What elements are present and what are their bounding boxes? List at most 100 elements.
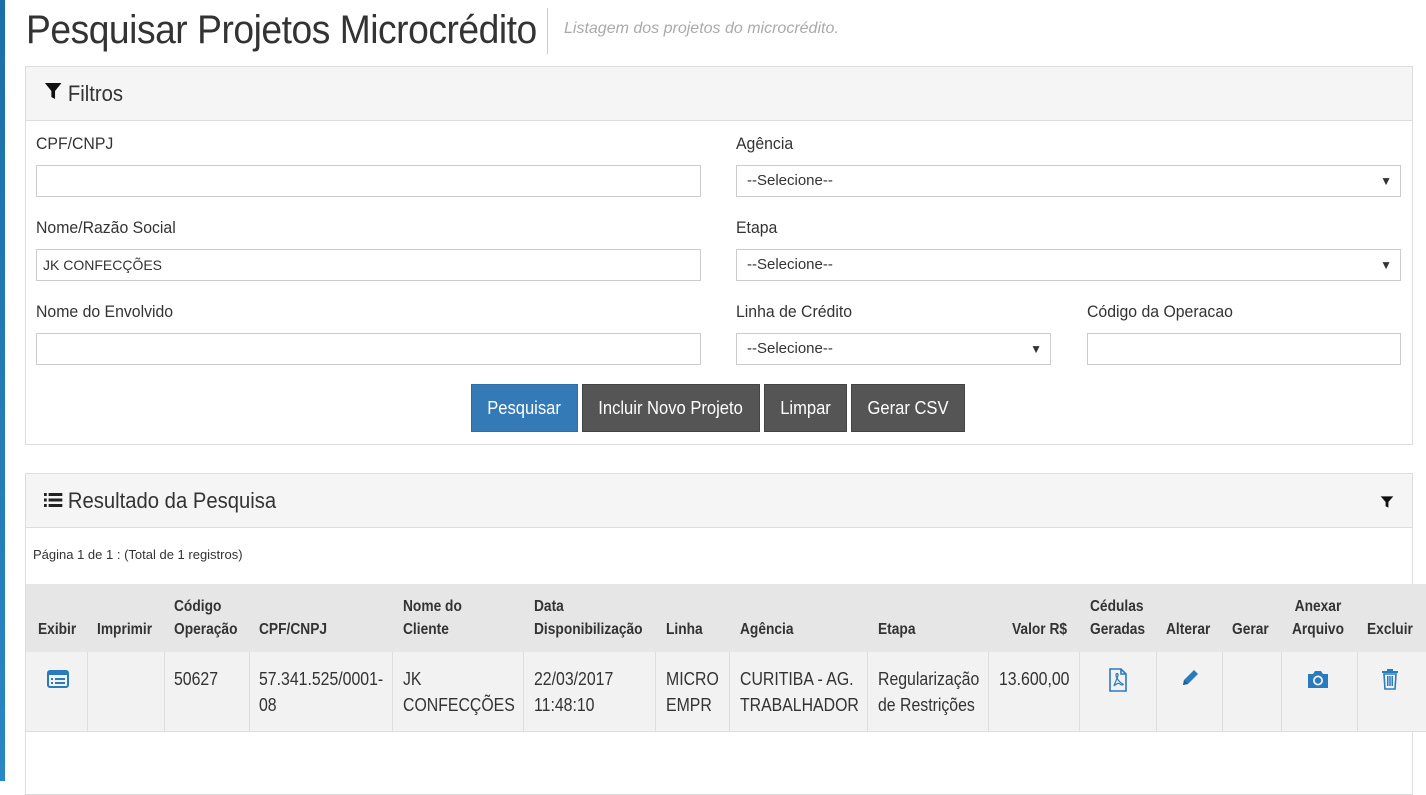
page-title: Pesquisar Projetos Microcrédito — [26, 8, 537, 52]
envolvido-input[interactable] — [36, 333, 701, 365]
chevron-down-icon: ▼ — [1380, 258, 1392, 272]
cell-etapa-line1: Regularização — [878, 669, 980, 689]
cell-agencia: CURITIBA - AG. TRABALHADOR — [740, 666, 859, 718]
col-cedulas: Cédulas Geradas — [1090, 595, 1145, 641]
linha-label: Linha de Crédito — [736, 302, 853, 321]
incluir-projeto-button[interactable]: Incluir Novo Projeto — [582, 384, 760, 432]
column-divider — [729, 652, 730, 731]
gerar-csv-button[interactable]: Gerar CSV — [851, 384, 965, 432]
column-divider — [1156, 652, 1157, 731]
col-cedulas-line1: Cédulas — [1090, 598, 1144, 615]
limpar-button-label: Limpar — [780, 398, 831, 418]
etapa-label: Etapa — [736, 218, 778, 237]
agencia-label: Agência — [736, 134, 794, 153]
pdf-icon[interactable] — [1108, 668, 1128, 697]
pesquisar-button[interactable]: Pesquisar — [471, 384, 578, 432]
cell-data-line2: 11:48:10 — [534, 695, 595, 715]
col-nome: Nome do Cliente — [403, 595, 462, 641]
col-data-line2: Disponibilização — [534, 621, 643, 638]
cell-agencia-line1: CURITIBA - AG. — [740, 669, 854, 689]
cell-etapa: Regularização de Restrições — [878, 666, 979, 718]
col-nome-line1: Nome do — [403, 598, 462, 615]
cell-codigo: 50627 — [174, 669, 219, 689]
col-data: Data Disponibilização — [534, 595, 643, 641]
filters-panel-header: Filtros — [26, 67, 1412, 121]
cell-nome: JK CONFECÇÕES — [403, 666, 515, 718]
col-codigo-line1: Código — [174, 598, 222, 615]
nome-input[interactable] — [36, 249, 701, 281]
column-divider — [1281, 652, 1282, 731]
column-divider — [249, 652, 250, 731]
column-divider — [392, 652, 393, 731]
filters-panel-title-group: Filtros — [44, 81, 123, 107]
column-divider — [523, 652, 524, 731]
etapa-select[interactable]: --Selecione-- ▼ — [736, 249, 1401, 281]
filters-title: Filtros — [67, 81, 124, 106]
document-list-icon[interactable] — [47, 670, 69, 693]
camera-icon[interactable] — [1306, 668, 1330, 695]
column-divider — [1222, 652, 1223, 731]
cpf-label: CPF/CNPJ — [36, 134, 114, 153]
col-agencia: Agência — [740, 621, 794, 638]
incluir-projeto-button-label: Incluir Novo Projeto — [598, 398, 744, 418]
envolvido-label: Nome do Envolvido — [36, 302, 174, 321]
filter-icon — [44, 81, 62, 107]
linha-select[interactable]: --Selecione-- ▼ — [736, 333, 1051, 365]
cell-nome-line2: CONFECÇÕES — [403, 695, 515, 715]
pagination-info: Página 1 de 1 : (Total de 1 registros) — [33, 547, 243, 562]
limpar-button[interactable]: Limpar — [764, 384, 847, 432]
agencia-select-value: --Selecione-- — [747, 172, 833, 189]
etapa-select-value: --Selecione-- — [747, 256, 833, 273]
col-data-line1: Data — [534, 598, 564, 615]
column-divider — [655, 652, 656, 731]
col-linha: Linha — [666, 621, 703, 638]
chevron-down-icon: ▼ — [1380, 174, 1392, 188]
col-anexar-line2: Arquivo — [1292, 621, 1344, 638]
col-cedulas-line2: Geradas — [1090, 621, 1146, 638]
cell-linha-line2: EMPR — [666, 695, 712, 715]
results-panel-title-group: Resultado da Pesquisa — [44, 488, 276, 514]
pesquisar-button-label: Pesquisar — [487, 398, 562, 418]
results-panel-header: Resultado da Pesquisa — [26, 474, 1412, 528]
results-table-header: Exibir Imprimir Código Operação CPF/CNPJ … — [26, 584, 1426, 652]
cell-etapa-line2: de Restrições — [878, 695, 975, 715]
cell-data-line1: 22/03/2017 — [534, 669, 614, 689]
col-anexar: Anexar Arquivo — [1292, 595, 1344, 641]
cell-cpf: 57.341.525/0001- 08 — [259, 666, 383, 718]
col-codigo: Código Operação — [174, 595, 237, 641]
column-divider — [1357, 652, 1358, 731]
cpf-input[interactable] — [36, 165, 701, 197]
codigo-input[interactable] — [1087, 333, 1401, 365]
gerar-csv-button-label: Gerar CSV — [867, 398, 949, 418]
list-icon — [44, 488, 63, 514]
pencil-icon[interactable] — [1180, 668, 1200, 693]
left-accent-bar — [0, 0, 5, 781]
filter-toggle-icon[interactable] — [1380, 494, 1394, 515]
title-divider — [547, 8, 548, 54]
cell-data: 22/03/2017 11:48:10 — [534, 666, 613, 718]
codigo-label: Código da Operacao — [1087, 302, 1233, 321]
agencia-select[interactable]: --Selecione-- ▼ — [736, 165, 1401, 197]
col-nome-line2: Cliente — [403, 621, 449, 638]
col-excluir: Excluir — [1367, 621, 1413, 638]
table-row: 50627 57.341.525/0001- 08 JK CONFECÇÕES 22… — [26, 652, 1426, 732]
results-title: Resultado da Pesquisa — [67, 488, 277, 513]
chevron-down-icon: ▼ — [1030, 342, 1042, 356]
cell-cpf-line2: 08 — [259, 695, 277, 715]
column-divider — [164, 652, 165, 731]
col-anexar-line1: Anexar — [1294, 598, 1342, 615]
column-divider — [1079, 652, 1080, 731]
col-valor: Valor R$ — [1012, 621, 1068, 638]
linha-select-value: --Selecione-- — [747, 340, 833, 357]
col-codigo-line2: Operação — [174, 621, 238, 638]
cell-cpf-line1: 57.341.525/0001- — [259, 669, 384, 689]
cell-linha: MICRO EMPR — [666, 666, 719, 718]
column-divider — [988, 652, 989, 731]
column-divider — [867, 652, 868, 731]
col-etapa: Etapa — [878, 621, 916, 638]
column-divider — [87, 652, 88, 731]
cell-agencia-line2: TRABALHADOR — [740, 695, 859, 715]
cell-valor: 13.600,00 — [999, 669, 1070, 689]
trash-icon[interactable] — [1381, 668, 1399, 695]
col-cpf: CPF/CNPJ — [259, 621, 328, 638]
